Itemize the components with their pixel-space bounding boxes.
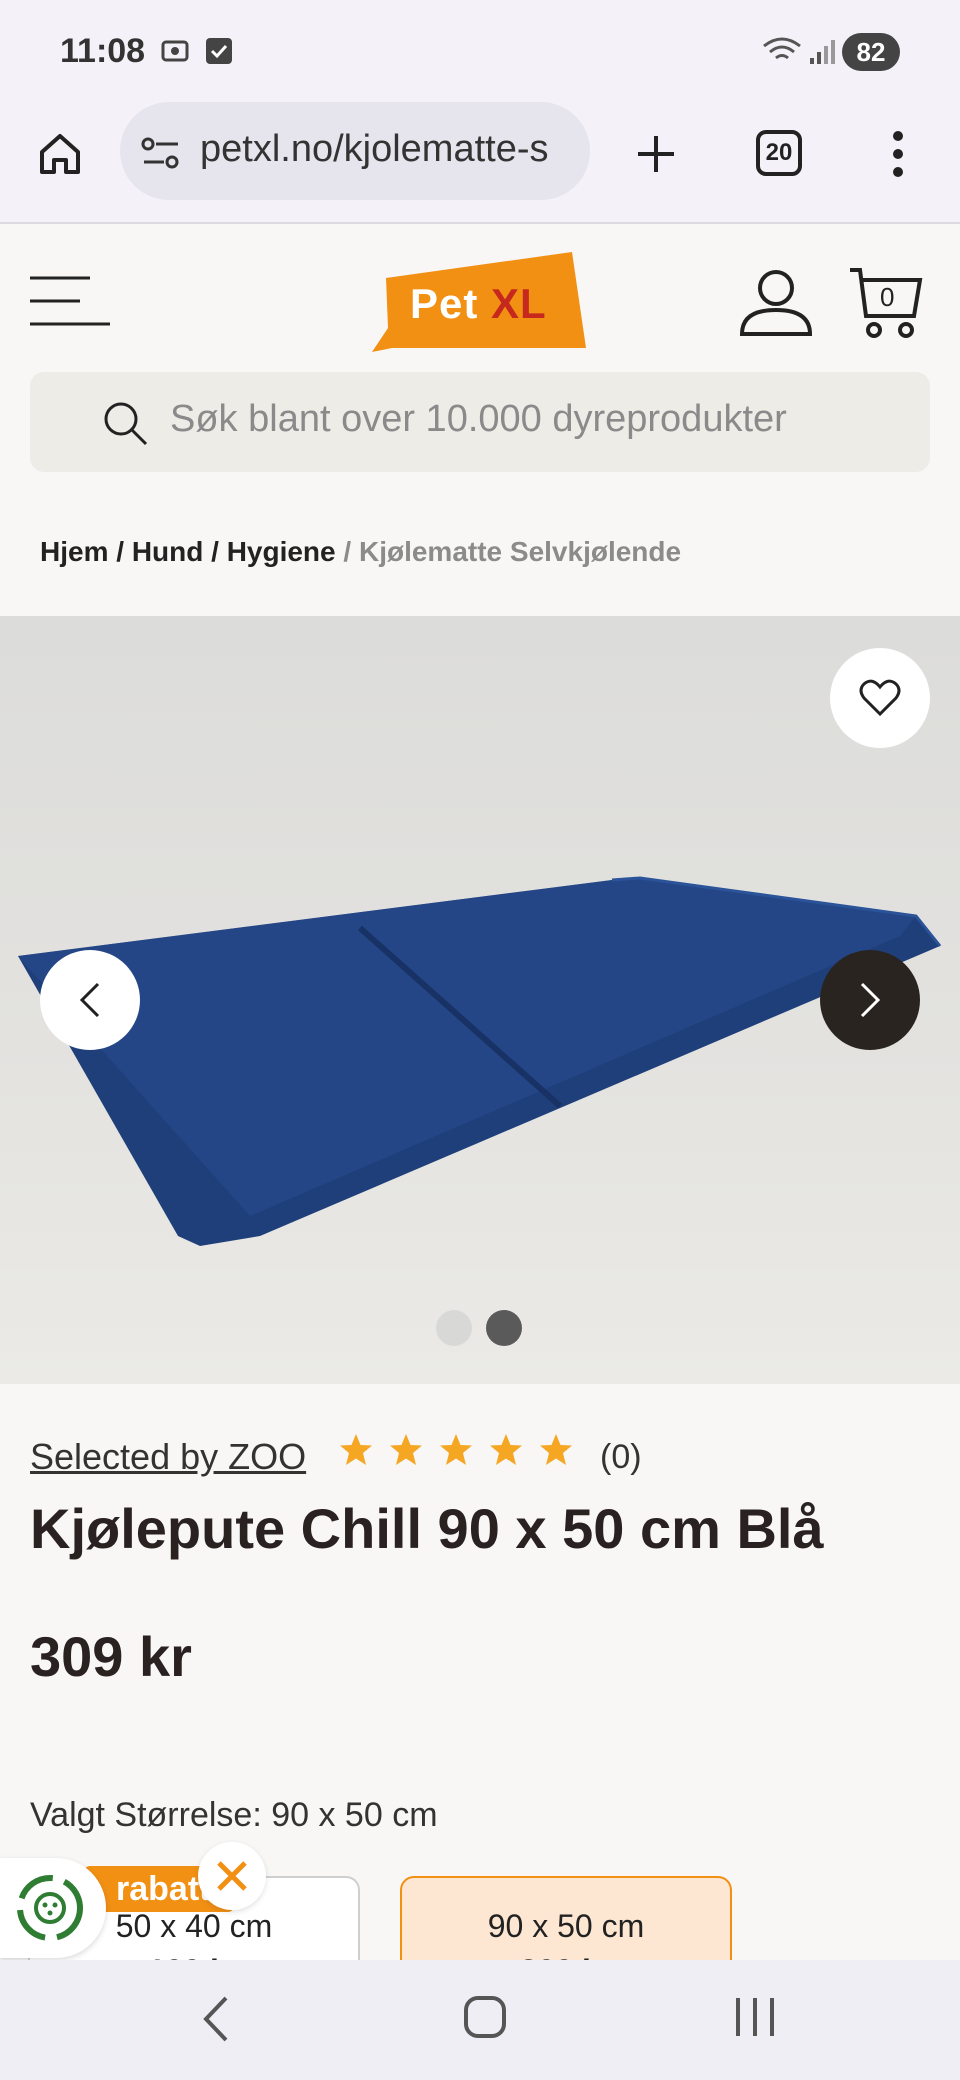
back-icon[interactable]	[198, 1994, 234, 2044]
product-brand-link[interactable]: Selected by ZOO	[30, 1436, 306, 1478]
url-text[interactable]: petxl.no/kjolematte-s	[200, 128, 570, 171]
product-image-gallery[interactable]	[0, 616, 960, 1384]
tab-count-button[interactable]: 20	[756, 130, 802, 176]
more-options-icon[interactable]	[888, 128, 908, 180]
size-option-label: 50 x 40 cm	[115, 1908, 273, 1944]
gallery-next-button[interactable]	[820, 950, 920, 1050]
logo-text-pet: Pet	[410, 280, 479, 327]
account-icon[interactable]	[738, 268, 814, 338]
logo-text-xl: XL	[491, 280, 547, 327]
star-icon	[540, 1434, 572, 1465]
rating-stars[interactable]	[338, 1432, 574, 1468]
gallery-prev-button[interactable]	[40, 950, 140, 1050]
size-option-label: 90 x 50 cm	[487, 1908, 645, 1944]
recycle-discount-icon	[17, 1875, 83, 1941]
checkbox-notification-icon	[206, 38, 232, 64]
chevron-left-icon	[79, 982, 100, 1018]
close-icon	[217, 1861, 247, 1891]
site-settings-icon[interactable]	[140, 134, 182, 174]
chevron-right-icon	[860, 982, 881, 1018]
gallery-dot-1[interactable]	[436, 1310, 472, 1346]
star-icon	[340, 1434, 372, 1465]
heart-icon	[859, 679, 901, 717]
breadcrumb-hund[interactable]: Hund	[132, 536, 204, 567]
home-nav-icon[interactable]	[462, 1994, 508, 2040]
product-price: 309 kr	[30, 1625, 192, 1688]
menu-icon[interactable]	[30, 274, 110, 328]
breadcrumb: Hjem / Hund / Hygiene / Kjølematte Selvk…	[40, 536, 681, 568]
promo-widget[interactable]	[0, 1858, 106, 1958]
wishlist-button[interactable]	[830, 648, 930, 748]
selected-size-label: Valgt Størrelse: 90 x 50 cm	[30, 1796, 438, 1834]
battery-indicator: 82	[842, 33, 900, 71]
breadcrumb-separator: /	[116, 536, 125, 567]
site-logo[interactable]: Pet XL	[372, 252, 588, 352]
wifi-icon	[763, 37, 801, 60]
star-icon	[440, 1434, 472, 1465]
rating-count[interactable]: (0)	[600, 1438, 642, 1477]
recent-apps-icon[interactable]	[732, 1994, 778, 2040]
breadcrumb-current: Kjølematte Selvkjølende	[358, 536, 682, 567]
breadcrumb-hygiene[interactable]: Hygiene	[227, 536, 336, 567]
product-image	[18, 876, 942, 1246]
cart-button[interactable]: 0	[848, 266, 924, 340]
product-title: Kjølepute Chill 90 x 50 cm Blå	[30, 1497, 824, 1560]
status-time: 11:08	[60, 32, 146, 70]
new-tab-icon[interactable]	[632, 130, 680, 178]
home-icon[interactable]	[36, 130, 84, 178]
search-input[interactable]: Søk blant over 10.000 dyreprodukter	[170, 398, 787, 441]
star-icon	[390, 1434, 422, 1465]
star-icon	[490, 1434, 522, 1465]
cart-count: 0	[880, 282, 895, 312]
signal-icon	[810, 40, 835, 64]
breadcrumb-separator: /	[343, 536, 352, 567]
gallery-dot-2[interactable]	[486, 1310, 522, 1346]
screenshot-icon	[161, 40, 189, 62]
breadcrumb-home[interactable]: Hjem	[40, 536, 108, 567]
search-icon[interactable]	[102, 400, 148, 446]
promo-close-button[interactable]	[198, 1842, 266, 1910]
breadcrumb-separator: /	[211, 536, 219, 567]
